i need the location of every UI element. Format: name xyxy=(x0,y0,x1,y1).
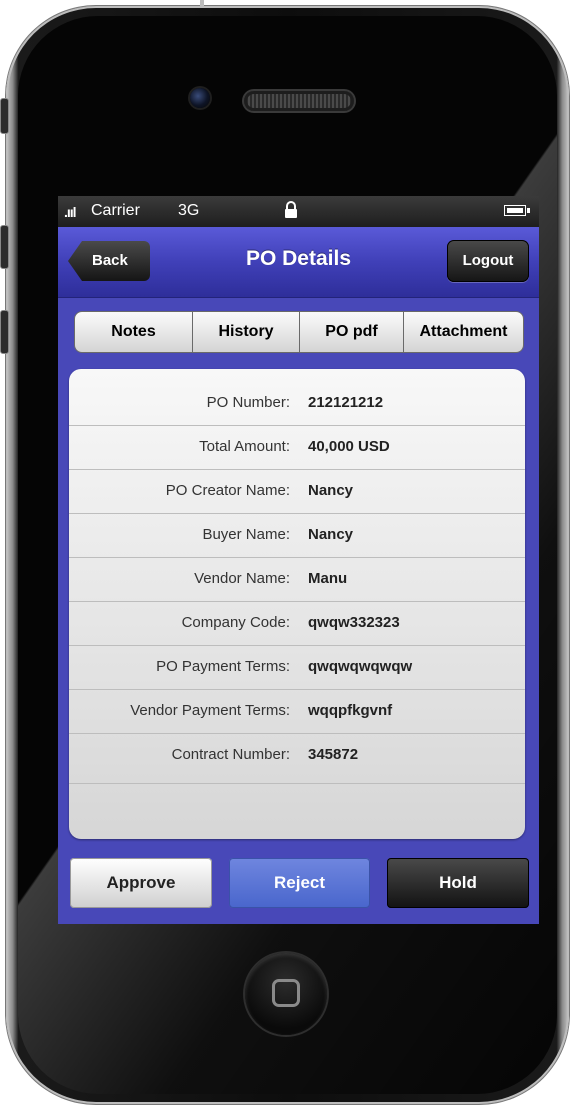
detail-row-vendor-payment-terms: Vendor Payment Terms: wqqpfkgvnf xyxy=(69,689,525,734)
mute-switch xyxy=(0,98,9,134)
home-button[interactable] xyxy=(245,953,327,1035)
approve-button[interactable]: Approve xyxy=(70,858,212,908)
detail-label: Total Amount: xyxy=(199,438,290,455)
logout-button[interactable]: Logout xyxy=(447,240,529,282)
detail-row-contract-number: Contract Number: 345872 xyxy=(69,733,525,784)
earpiece-speaker xyxy=(244,91,354,111)
detail-value: wqqpfkgvnf xyxy=(308,702,393,719)
reject-button[interactable]: Reject xyxy=(229,858,370,908)
detail-label: Contract Number: xyxy=(171,746,290,763)
app-screen: .ııl Carrier 3G Back PO Details Logout N… xyxy=(58,196,539,924)
signal-icon: .ııl xyxy=(64,204,77,220)
front-camera-icon xyxy=(190,88,210,108)
detail-value: 40,000 USD xyxy=(308,438,390,455)
detail-value: qwqw332323 xyxy=(308,614,400,631)
detail-label: PO Creator Name: xyxy=(165,482,290,499)
status-bar: .ııl Carrier 3G xyxy=(58,196,539,227)
detail-label: Vendor Name: xyxy=(194,570,290,587)
network-type: 3G xyxy=(178,202,200,219)
detail-value: 212121212 xyxy=(308,394,384,411)
detail-label: PO Payment Terms: xyxy=(156,658,290,675)
detail-value: 345872 xyxy=(308,746,359,763)
detail-row-total-amount: Total Amount: 40,000 USD xyxy=(69,425,525,470)
battery-icon xyxy=(504,205,530,216)
hold-button[interactable]: Hold xyxy=(387,858,529,908)
detail-row-po-payment-terms: PO Payment Terms: qwqwqwqwqw xyxy=(69,645,525,690)
power-button xyxy=(200,0,204,6)
detail-label: PO Number: xyxy=(206,394,290,411)
carrier-label: Carrier xyxy=(91,202,140,219)
volume-down-button xyxy=(0,310,9,354)
detail-value: Nancy xyxy=(308,482,354,499)
detail-row-po-number: PO Number: 212121212 xyxy=(69,381,525,426)
tab-attachment[interactable]: Attachment xyxy=(404,312,523,352)
tab-history[interactable]: History xyxy=(193,312,300,352)
detail-value: Manu xyxy=(308,570,348,587)
detail-label: Buyer Name: xyxy=(202,526,290,543)
lock-icon xyxy=(285,201,297,218)
detail-label: Vendor Payment Terms: xyxy=(130,702,290,719)
volume-up-button xyxy=(0,225,9,269)
tab-bar: Notes History PO pdf Attachment xyxy=(74,311,524,353)
detail-label: Company Code: xyxy=(181,614,290,631)
home-square-icon xyxy=(272,979,300,1007)
detail-value: qwqwqwqwqw xyxy=(308,658,413,675)
po-details-table: PO Number: 212121212 Total Amount: 40,00… xyxy=(69,369,525,839)
tab-po-pdf[interactable]: PO pdf xyxy=(300,312,404,352)
detail-row-company-code: Company Code: qwqw332323 xyxy=(69,601,525,646)
detail-row-vendor-name: Vendor Name: Manu xyxy=(69,557,525,602)
detail-value: Nancy xyxy=(308,526,354,543)
detail-row-po-creator: PO Creator Name: Nancy xyxy=(69,469,525,514)
navigation-bar: Back PO Details Logout xyxy=(58,227,539,298)
tab-notes[interactable]: Notes xyxy=(75,312,193,352)
detail-row-buyer-name: Buyer Name: Nancy xyxy=(69,513,525,558)
